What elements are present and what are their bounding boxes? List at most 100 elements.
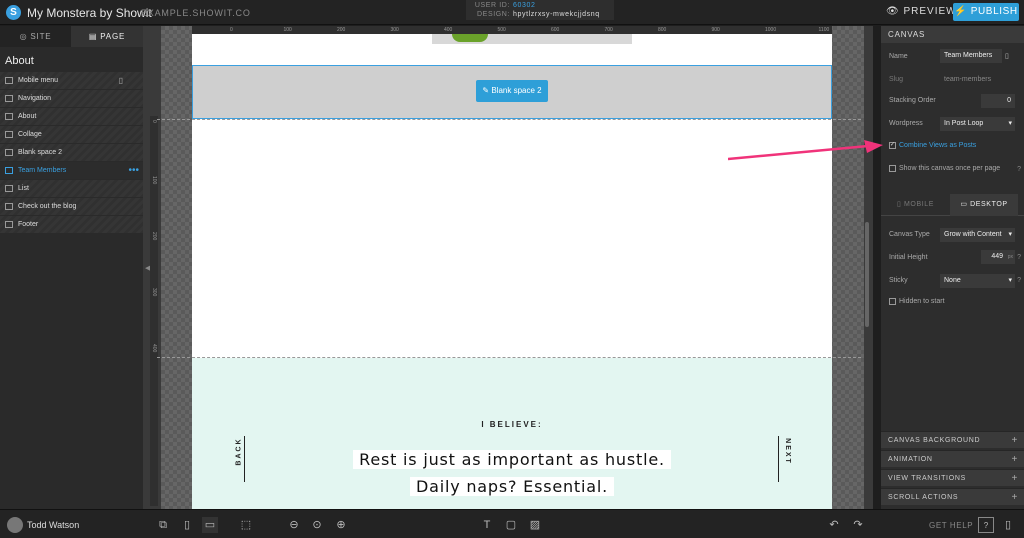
phone-preview-icon[interactable]: ▯ <box>1000 517 1016 533</box>
canvas-item[interactable]: List <box>0 180 143 197</box>
username[interactable]: Todd Watson <box>27 520 79 530</box>
initial-height-field[interactable]: 449 px <box>981 250 1015 264</box>
canvas-workspace[interactable]: ◀ 0 100 200 300 400 500 600 700 800 900 1000 1100 0… <box>143 26 873 509</box>
more-options-icon[interactable]: ••• <box>128 162 139 179</box>
canvas-item[interactable]: Footer <box>0 216 143 233</box>
name-field[interactable]: Team Members <box>940 49 1002 63</box>
canvas-type-select[interactable]: Grow with Content ▾ <box>940 228 1015 242</box>
tab-desktop[interactable]: ▭ DESKTOP <box>950 194 1018 216</box>
side-ruler: 0 100 200 300 400 <box>150 116 158 506</box>
ruler-tick-label: 300 <box>390 27 399 33</box>
section-view-transitions[interactable]: VIEW TRANSITIONS + <box>881 469 1024 486</box>
add-image-icon[interactable]: ▨ <box>527 517 543 533</box>
redo-icon[interactable]: ↷ <box>850 517 866 533</box>
page-title[interactable]: About <box>5 55 34 67</box>
publish-button[interactable]: ⚡ PUBLISH <box>953 3 1019 21</box>
lock-icon[interactable]: ▯ <box>1005 52 1009 60</box>
show-once-checkbox[interactable] <box>889 165 896 172</box>
ruler-tick-label: 400 <box>444 27 453 33</box>
ruler-tick-label: 200 <box>337 27 346 33</box>
undo-icon[interactable]: ↶ <box>826 517 842 533</box>
combine-views-label[interactable]: Combine Views as Posts <box>899 142 976 149</box>
stacking-order-field[interactable]: 0 <box>981 94 1015 108</box>
selection-icon[interactable]: ⬚ <box>238 517 254 533</box>
slug-value: team-members <box>944 76 992 83</box>
add-shape-icon[interactable]: ▢ <box>503 517 519 533</box>
phone-icon: ▯ <box>896 201 902 208</box>
section-canvas-background[interactable]: CANVAS BACKGROUND + <box>881 431 1024 448</box>
help-icon[interactable]: ? <box>1017 254 1021 261</box>
tab-mobile[interactable]: ▯ MOBILE <box>881 194 950 216</box>
help-icon[interactable]: ? <box>1017 277 1021 284</box>
back-label[interactable]: BACK <box>236 437 243 465</box>
tab-page-label: PAGE <box>100 32 126 41</box>
wordpress-label: Wordpress <box>889 120 923 127</box>
help-book-icon[interactable]: ? <box>978 517 994 533</box>
ruler-tick-label: 800 <box>658 27 667 33</box>
next-label[interactable]: NEXT <box>784 438 791 465</box>
canvas-item-label: Collage <box>18 131 42 138</box>
canvas-item[interactable]: Check out the blog <box>0 198 143 215</box>
combine-views-checkbox[interactable]: ✓ <box>889 142 896 149</box>
user-info-box: USER ID: 60302 DESIGN: hpytlzrxsy-mwekcj… <box>466 0 614 20</box>
tab-site-label: SITE <box>30 32 52 41</box>
show-once-label[interactable]: Show this canvas once per page <box>899 165 1000 172</box>
list-canvas[interactable]: I BELIEVE: Rest is just as important as … <box>192 358 832 509</box>
phone-view-icon[interactable]: ▯ <box>179 517 195 533</box>
back-divider <box>244 436 245 482</box>
site-url[interactable]: EXAMPLE.SHOWIT.CO <box>141 8 251 18</box>
top-ruler: 0 100 200 300 400 500 600 700 800 900 1000 1100 <box>192 26 832 34</box>
tab-page[interactable]: ▤ PAGE <box>71 26 143 47</box>
name-label: Name <box>889 53 908 60</box>
mobile-indicator-icon[interactable]: ▯ <box>119 72 123 89</box>
chevron-down-icon: ▾ <box>1008 120 1012 127</box>
canvas-item[interactable]: About <box>0 108 143 125</box>
chevron-down-icon: ▾ <box>1008 277 1012 284</box>
canvas-item[interactable]: Navigation <box>0 90 143 107</box>
canvas-item[interactable]: Team Members ••• <box>0 162 143 179</box>
sticky-select[interactable]: None ▾ <box>940 274 1015 288</box>
avatar[interactable] <box>7 517 23 533</box>
canvas-settings-header: CANVAS <box>881 26 1024 43</box>
desktop-view-icon[interactable]: ▭ <box>202 517 218 533</box>
view-tabs: ▯ MOBILE ▭ DESKTOP <box>881 194 1024 216</box>
right-panel: CANVAS Name Team Members ▯ Slug team-mem… <box>881 26 1024 509</box>
blank-space-2-button[interactable]: ✎ Blank space 2 <box>476 80 548 102</box>
tablet-view-icon[interactable]: ⧉ <box>155 517 171 533</box>
wordpress-select[interactable]: In Post Loop ▾ <box>940 117 1015 131</box>
design-value: hpytlzrxsy-mwekcjjdsnq <box>513 11 600 18</box>
quote-line-2[interactable]: Daily naps? Essential. <box>192 477 832 496</box>
add-text-icon[interactable]: T <box>479 517 495 533</box>
zoom-in-icon[interactable]: ⊕ <box>333 517 349 533</box>
canvas-item-label: Navigation <box>18 95 52 102</box>
canvas-scrollbar[interactable] <box>865 222 869 327</box>
get-help-link[interactable]: GET HELP <box>929 521 973 530</box>
page-icon: ▤ <box>88 32 98 41</box>
chevron-down-icon: ▾ <box>1008 231 1012 238</box>
showit-logo-icon[interactable]: S <box>6 5 21 20</box>
preview-button[interactable]: 👁 PREVIEW <box>886 6 957 17</box>
canvas-item[interactable]: Mobile menu ▯ <box>0 72 143 89</box>
zoom-fit-icon[interactable]: ⊙ <box>309 517 325 533</box>
ruler-tick-label: 900 <box>711 27 720 33</box>
hidden-to-start-label[interactable]: Hidden to start <box>899 298 945 305</box>
help-icon[interactable]: ? <box>1017 166 1021 173</box>
plus-icon: + <box>1011 492 1018 503</box>
hidden-to-start-checkbox[interactable] <box>889 298 896 305</box>
canvas-top-boundary <box>157 119 861 120</box>
ruler-tick-label: 500 <box>497 27 506 33</box>
canvas-item[interactable]: Blank space 2 <box>0 144 143 161</box>
ruler-tick-label: 1000 <box>765 27 777 33</box>
believe-heading[interactable]: I BELIEVE: <box>192 420 832 429</box>
ruler-tick-label: 600 <box>551 27 560 33</box>
user-id-label: USER ID: <box>474 2 510 9</box>
section-animation[interactable]: ANIMATION + <box>881 450 1024 467</box>
eye-icon: 👁 <box>886 6 900 17</box>
stacking-order-label: Stacking Order <box>889 97 936 104</box>
canvas-item[interactable]: Collage <box>0 126 143 143</box>
section-scroll-actions[interactable]: SCROLL ACTIONS + <box>881 488 1024 505</box>
user-id-value[interactable]: 60302 <box>513 2 535 9</box>
tab-site[interactable]: ◎ SITE <box>0 26 71 47</box>
quote-line-1[interactable]: Rest is just as important as hustle. <box>192 450 832 469</box>
zoom-out-icon[interactable]: ⊖ <box>286 517 302 533</box>
